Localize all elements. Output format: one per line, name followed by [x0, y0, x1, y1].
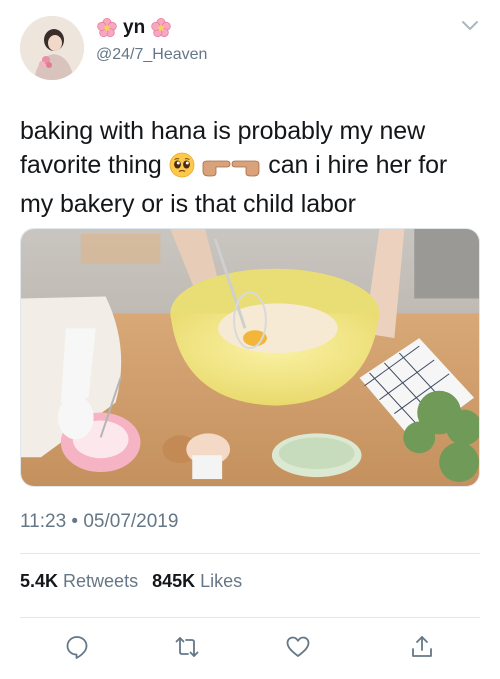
tweet-photo[interactable] [20, 228, 480, 487]
retweet-button[interactable] [173, 633, 201, 661]
backhand-index-pointing-right-icon [201, 153, 231, 187]
divider [20, 553, 480, 554]
share-button[interactable] [408, 633, 436, 661]
retweets-count: 5.4K [20, 571, 59, 591]
tweet-stats: 5.4K Retweets 845K Likes [20, 571, 250, 592]
action-bar [0, 633, 500, 667]
reply-icon [66, 636, 88, 659]
share-icon [412, 636, 432, 657]
pleading-face-icon [169, 152, 195, 187]
tweet-text: baking with hana is probably my new favo… [20, 114, 485, 221]
cherry-blossom-icon [151, 18, 171, 38]
retweet-icon [175, 637, 199, 657]
retweets-label: Retweets [63, 571, 139, 591]
likes-label: Likes [200, 571, 243, 591]
divider [20, 617, 480, 618]
reply-button[interactable] [63, 633, 91, 661]
retweets-stat[interactable]: 5.4K Retweets [20, 571, 138, 592]
avatar[interactable] [20, 16, 84, 80]
tweet-timestamp[interactable]: 11:23 • 05/07/2019 [20, 511, 178, 533]
likes-stat[interactable]: 845K Likes [152, 571, 242, 592]
likes-count: 845K [152, 571, 196, 591]
chevron-down-icon[interactable] [460, 16, 480, 36]
heart-icon [286, 636, 310, 657]
like-button[interactable] [284, 633, 312, 661]
cherry-blossom-icon [97, 18, 117, 38]
backhand-index-pointing-left-icon [231, 153, 261, 187]
tweet-card: yn @24/7_Heaven baking with hana is prob… [0, 0, 500, 679]
display-name-row[interactable]: yn [96, 14, 172, 42]
user-handle[interactable]: @24/7_Heaven [96, 46, 207, 64]
display-name: yn [123, 17, 146, 38]
